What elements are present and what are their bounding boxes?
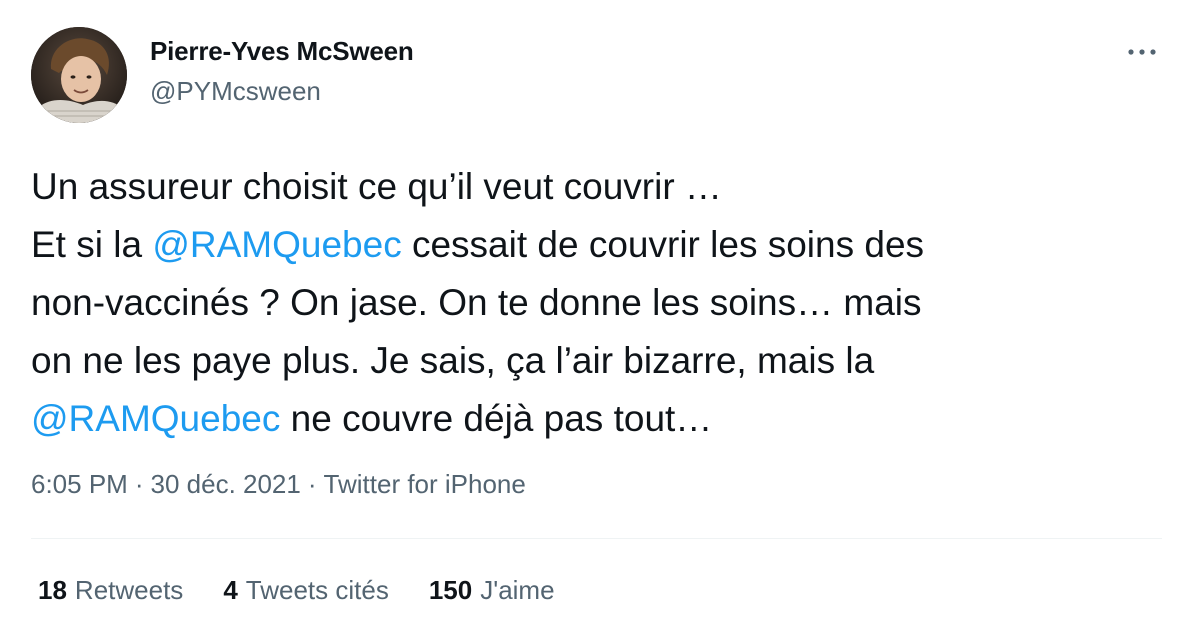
likes-stat[interactable]: 150 J'aime — [429, 575, 555, 606]
tweet-time-link[interactable]: 6:05 PM — [31, 469, 128, 499]
meta-separator: · — [134, 469, 144, 499]
author-avatar[interactable] — [31, 27, 127, 123]
mention-link[interactable]: @RAMQuebec — [31, 398, 280, 439]
tweet-text-line: Et si la @RAMQuebec cessait de couvrir l… — [31, 216, 1151, 274]
tweet-text-segment: ne couvre déjà pas tout… — [280, 398, 713, 439]
stat-count: 4 — [223, 575, 238, 605]
tweet-date-link[interactable]: 30 déc. 2021 — [151, 469, 301, 499]
quote-tweets-stat[interactable]: 4 Tweets cités — [223, 575, 389, 606]
more-options-button[interactable] — [1122, 36, 1162, 68]
tweet-stats: 18 Retweets 4 Tweets cités 150 J'aime — [38, 575, 595, 606]
author-name[interactable]: Pierre-Yves McSween — [150, 36, 414, 67]
meta-separator: · — [307, 469, 317, 499]
tweet-text-line: on ne les paye plus. Je sais, ça l’air b… — [31, 340, 875, 381]
tweet-text-segment: cessait de couvrir les soins des — [401, 224, 925, 265]
stat-count: 18 — [38, 575, 67, 605]
author-handle[interactable]: @PYMcsween — [150, 76, 321, 107]
stat-count: 150 — [428, 575, 473, 605]
tweet-source-link[interactable]: Twitter for iPhone — [324, 469, 526, 499]
more-horizontal-icon — [1128, 49, 1156, 55]
stat-label: Retweets — [74, 575, 184, 605]
divider — [31, 538, 1162, 539]
mention-link[interactable]: @RAMQuebec — [152, 224, 401, 265]
retweets-stat[interactable]: 18 Retweets — [38, 575, 183, 606]
tweet-meta: 6:05 PM · 30 déc. 2021 · Twitter for iPhone — [31, 469, 526, 500]
tweet-text: Un assureur choisit ce qu’il veut couvri… — [31, 158, 1151, 448]
tweet-text-segment: Et si la — [31, 224, 153, 265]
stat-label: J'aime — [480, 575, 555, 605]
stat-label: Tweets cités — [245, 575, 389, 605]
tweet-card: Pierre-Yves McSween @PYMcsween Un assure… — [0, 0, 1190, 628]
tweet-text-line: non-vaccinés ? On jase. On te donne les … — [31, 282, 922, 323]
tweet-text-line: Un assureur choisit ce qu’il veut couvri… — [31, 166, 722, 207]
profile-photo-icon — [31, 27, 127, 123]
tweet-text-line: @RAMQuebec ne couvre déjà pas tout… — [31, 390, 1151, 448]
